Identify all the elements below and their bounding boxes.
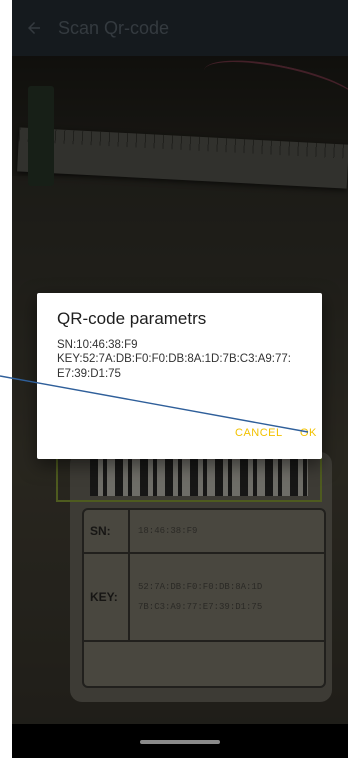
system-nav-bar bbox=[12, 724, 348, 758]
dialog-key-line: KEY:52:7A:DB:F0:F0:DB:8A:1D:7B:C3:A9:77: bbox=[57, 353, 291, 365]
dialog-title: QR-code parametrs bbox=[57, 309, 207, 328]
cancel-button[interactable]: CANCEL bbox=[235, 427, 283, 439]
qr-params-dialog: QR-code parametrs SN:10:46:38:F9 KEY:52:… bbox=[37, 293, 322, 459]
dialog-key-line-continued: E7:39:D1:75 bbox=[57, 368, 121, 380]
phone-screen: SN: 18:46:38:F9 KEY: 52:7A:DB:F0:F0:DB:8… bbox=[12, 0, 348, 758]
ok-button[interactable]: OK bbox=[300, 427, 317, 439]
home-gesture-handle[interactable] bbox=[140, 740, 220, 744]
dialog-sn-line: SN:10:46:38:F9 bbox=[57, 339, 138, 351]
